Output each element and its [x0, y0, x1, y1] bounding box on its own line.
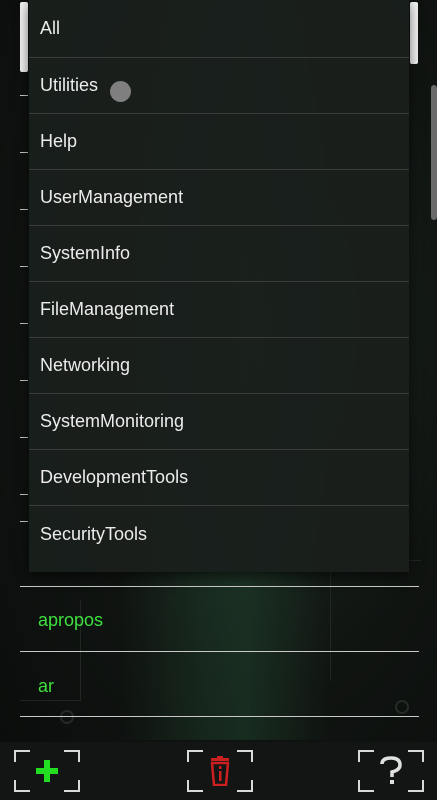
- circuit-pad: [395, 700, 409, 714]
- dropdown-item-systeminfo[interactable]: SystemInfo: [29, 226, 409, 282]
- list-divider: [20, 586, 419, 587]
- dropdown-item-label: FileManagement: [40, 299, 175, 319]
- button-frame: [358, 780, 374, 792]
- category-dropdown[interactable]: All Utilities Help UserManagement System…: [29, 0, 409, 572]
- dropdown-item-label: DevelopmentTools: [40, 467, 189, 487]
- dropdown-item-label: Help: [40, 131, 78, 151]
- list-divider: [20, 716, 419, 717]
- selection-bracket-left: [20, 2, 28, 72]
- bottom-toolbar: [0, 742, 437, 800]
- trash-icon: [210, 756, 230, 786]
- dropdown-item-label: UserManagement: [40, 187, 184, 207]
- button-frame: [408, 780, 424, 792]
- dropdown-item-utilities[interactable]: Utilities: [29, 58, 409, 114]
- list-tick: [20, 95, 28, 96]
- dropdown-item-label: SystemMonitoring: [40, 411, 185, 431]
- list-divider: [20, 651, 419, 652]
- delete-button[interactable]: [187, 750, 253, 792]
- dropdown-item-networking[interactable]: Networking: [29, 338, 409, 394]
- touch-indicator: [110, 81, 131, 102]
- circuit-trace: [330, 560, 421, 681]
- question-icon: [380, 756, 402, 784]
- dropdown-item-usermanagement[interactable]: UserManagement: [29, 170, 409, 226]
- button-frame: [408, 750, 424, 762]
- list-tick: [20, 494, 28, 495]
- help-button[interactable]: [358, 750, 424, 792]
- list-tick: [20, 266, 28, 267]
- dropdown-item-securitytools[interactable]: SecurityTools: [29, 506, 409, 562]
- list-tick: [20, 521, 28, 522]
- list-tick: [20, 152, 28, 153]
- dropdown-item-label: Utilities: [40, 75, 99, 95]
- dropdown-item-label: SystemInfo: [40, 243, 131, 263]
- scrollbar[interactable]: [431, 85, 437, 220]
- dropdown-item-developmenttools[interactable]: DevelopmentTools: [29, 450, 409, 506]
- button-frame: [187, 780, 203, 792]
- selection-bracket-right: [410, 2, 418, 64]
- list-tick: [20, 209, 28, 210]
- list-tick: [20, 323, 28, 324]
- dropdown-item-filemanagement[interactable]: FileManagement: [29, 282, 409, 338]
- button-frame: [358, 750, 374, 762]
- list-tick: [20, 437, 28, 438]
- button-frame: [14, 780, 30, 792]
- button-frame: [237, 750, 253, 762]
- dropdown-item-label: SecurityTools: [40, 523, 148, 544]
- list-tick: [20, 380, 28, 381]
- circuit-pad: [60, 710, 74, 724]
- add-button[interactable]: [14, 750, 80, 792]
- button-frame: [64, 780, 80, 792]
- list-item-ar[interactable]: ar: [38, 676, 54, 697]
- dropdown-item-systemmonitoring[interactable]: SystemMonitoring: [29, 394, 409, 450]
- button-frame: [64, 750, 80, 762]
- button-frame: [237, 780, 253, 792]
- dropdown-item-all[interactable]: All: [29, 0, 409, 58]
- plus-icon: [36, 760, 58, 782]
- dropdown-item-label: Networking: [40, 355, 131, 375]
- button-frame: [187, 750, 203, 762]
- dropdown-item-label: All: [40, 18, 61, 38]
- button-frame: [14, 750, 30, 762]
- list-item-apropos[interactable]: apropos: [38, 610, 103, 631]
- dropdown-item-help[interactable]: Help: [29, 114, 409, 170]
